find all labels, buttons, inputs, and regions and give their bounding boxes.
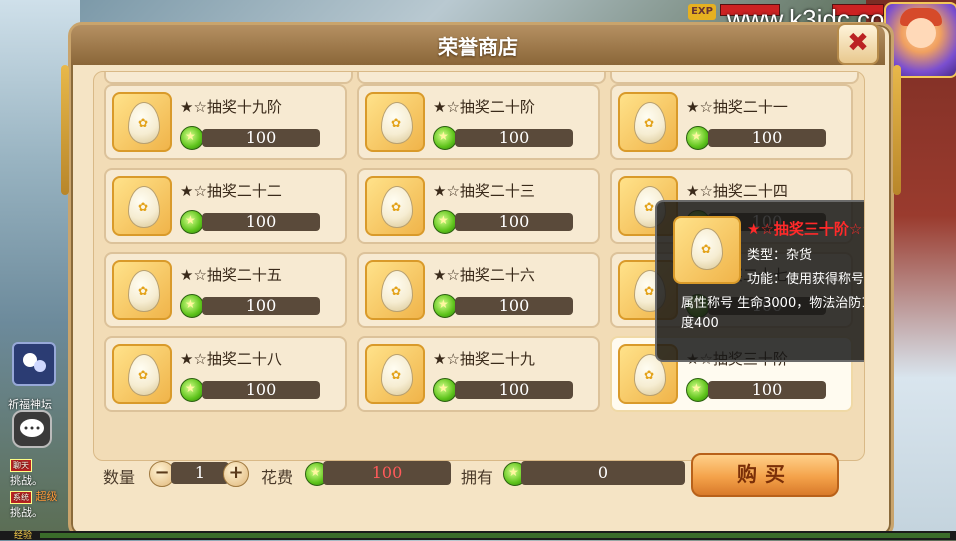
item-price-value: 100 [202,129,320,147]
friends-button[interactable] [12,342,56,386]
item-icon: ✿ [112,260,172,320]
honor-coin-icon [433,294,457,318]
egg-icon: ✿ [381,102,413,144]
item-icon: ✿ [112,344,172,404]
honor-coin-icon [433,126,457,150]
egg-icon: ✿ [128,354,160,396]
item-icon: ✿ [365,176,425,236]
item-price-value: 100 [708,129,826,147]
tooltip-description: 属性称号 生命3000，物法治防1000，速度400 [681,296,864,331]
tooltip-item-name: ★☆抽奖三十阶☆★ [747,220,865,238]
owned-label: 拥有 [461,468,494,487]
shop-item-card[interactable]: ✿ ★☆抽奖二十二 100 [104,168,347,244]
item-name: ★☆抽奖十九阶 [180,98,282,116]
item-name: ★☆抽奖二十九 [433,350,535,368]
honor-coin-icon [686,126,710,150]
item-tooltip: ✿ ★☆抽奖三十阶☆★ 类型：杂货 功能：使用获得称号 属性称号 生命3000，… [655,200,865,362]
chat-text: 挑战。 [10,474,43,487]
honor-coin-icon [433,210,457,234]
item-name: ★☆抽奖二十五 [180,266,282,284]
item-price-value: 100 [202,213,320,231]
item-price-value: 100 [455,129,573,147]
item-price-value: 100 [455,213,573,231]
shop-item-card[interactable]: ✿ ★☆抽奖二十五 100 [104,252,347,328]
chat-text: 挑战。 [10,506,43,519]
chat-tag-secondary: 超级 [35,490,58,503]
shop-item-card[interactable]: ✿ ★☆抽奖二十三 100 [357,168,600,244]
item-name: ★☆抽奖二十八 [180,350,282,368]
item-name: ★☆抽奖二十四 [686,182,788,200]
chat-bubble-icon [20,419,44,437]
egg-icon: ✿ [128,270,160,312]
title-bar: 荣誉商店 ✖ [71,23,885,65]
exp-bar-fill [40,533,950,538]
buy-button[interactable]: 购买 [691,453,839,497]
item-price-value: 100 [455,381,573,399]
item-icon: ✿ [365,260,425,320]
exp-tag: EXP [688,4,716,20]
chat-tag: 聊天 [10,459,32,472]
item-name: ★☆抽奖二十三 [433,182,535,200]
item-name: ★☆抽奖二十一 [686,98,788,116]
shop-title: 荣誉商店 [438,35,518,59]
cost-label: 花费 [261,468,294,487]
exp-bar: 经验 [0,531,956,541]
scrolled-row-remnant [104,72,859,84]
owned-value: 0 [521,461,685,485]
tassel-decoration [61,65,69,195]
honor-coin-icon [180,378,204,402]
item-price-value: 100 [202,297,320,315]
egg-icon: ✿ [381,186,413,228]
quantity-increase-button[interactable]: + [223,461,249,487]
cost-value: 100 [323,461,451,485]
egg-icon: ✿ [634,102,666,144]
chat-tag: 系统 [10,491,32,504]
item-icon: ✿ [365,92,425,152]
honor-coin-icon [180,126,204,150]
tooltip-function: 功能：使用获得称号 [747,272,865,287]
close-button[interactable]: ✖ [837,23,879,65]
shop-item-card[interactable]: ✿ ★☆抽奖二十六 100 [357,252,600,328]
chat-line: 系统 超级 挑战。 [10,488,58,520]
chat-button[interactable] [12,410,52,448]
egg-icon: ✿ [381,270,413,312]
egg-icon: ✿ [128,102,160,144]
item-price-value: 100 [708,381,826,399]
egg-icon: ✿ [128,186,160,228]
item-name: ★☆抽奖二十六 [433,266,535,284]
honor-coin-icon [433,378,457,402]
egg-icon: ✿ [381,354,413,396]
quantity-field[interactable]: 1 [171,462,229,484]
egg-icon: ✿ [691,228,723,270]
shop-item-card[interactable]: ✿ ★☆抽奖二十八 100 [104,336,347,412]
item-price-value: 100 [455,297,573,315]
shop-item-card[interactable]: ✿ ★☆抽奖二十九 100 [357,336,600,412]
tooltip-type: 类型：杂货 [747,248,813,263]
item-grid[interactable]: ✿ ★☆抽奖十九阶 100 ✿ ★☆抽奖二十阶 100 ✿ ★☆抽奖二十一 100 ✿ ★☆抽奖二十… [93,71,865,461]
honor-coin-icon [180,294,204,318]
tooltip-item-icon: ✿ [673,216,741,284]
item-icon: ✿ [112,92,172,152]
chat-line: 聊天 挑战。 [10,458,43,488]
honor-coin-icon [686,378,710,402]
honor-shop-panel: 荣誉商店 ✖ ✿ ★☆抽奖十九阶 100 ✿ ★☆抽奖二十阶 100 ✿ ★☆抽奖二十一 100… [61,22,901,538]
item-price-value: 100 [202,381,320,399]
tassel-decoration [893,65,901,195]
item-icon: ✿ [112,176,172,236]
shop-item-card[interactable]: ✿ ★☆抽奖二十一 100 [610,84,853,160]
quantity-label: 数量 [103,468,136,487]
shop-item-card[interactable]: ✿ ★☆抽奖二十阶 100 [357,84,600,160]
item-icon: ✿ [618,92,678,152]
friends-icon [23,353,46,372]
item-name: ★☆抽奖二十二 [180,182,282,200]
item-icon: ✿ [365,344,425,404]
exp-label: 经验 [14,531,33,541]
honor-coin-icon [180,210,204,234]
avatar-face [906,18,936,48]
shop-item-card[interactable]: ✿ ★☆抽奖十九阶 100 [104,84,347,160]
purchase-bar: 数量 − 1 + 花费 100 拥有 0 购买 [71,453,885,503]
item-name: ★☆抽奖二十阶 [433,98,535,116]
